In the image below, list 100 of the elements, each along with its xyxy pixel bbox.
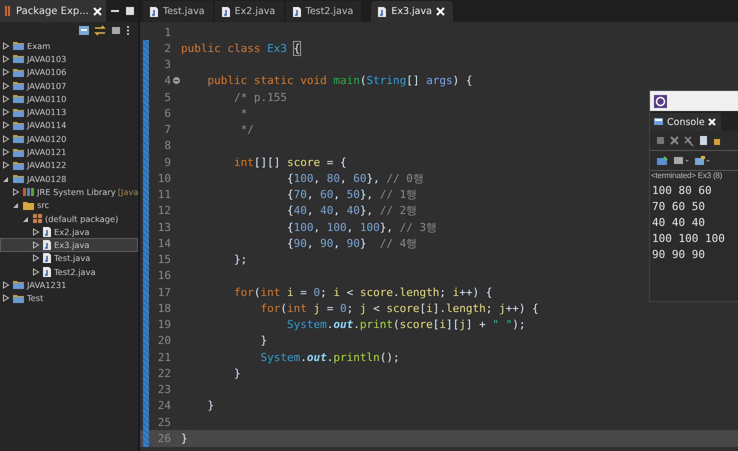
close-icon[interactable] — [708, 118, 716, 126]
remove-icon[interactable] — [670, 136, 679, 145]
line-number: 8 — [163, 139, 171, 152]
console-tab[interactable]: Console — [650, 113, 721, 131]
folder-icon — [12, 40, 25, 52]
line-number: 14 — [156, 236, 171, 250]
tree-item[interactable]: JAVA0106 — [0, 66, 138, 79]
editor-tab[interactable]: Ex3.java — [371, 1, 453, 22]
console-output-line: 100 100 100 — [651, 231, 726, 247]
fold-icon[interactable] — [172, 77, 180, 84]
code-line: {90, 90, 90} // 4행 — [286, 236, 418, 251]
app-icon[interactable] — [654, 94, 667, 108]
code-line: int[][] score = { — [232, 156, 347, 169]
line-number: 6 — [163, 106, 171, 120]
tree-item[interactable]: JAVA0122 — [0, 158, 138, 172]
tree-item[interactable]: Ex3.java — [0, 238, 138, 252]
more-icon[interactable] — [126, 24, 130, 36]
display-console-icon[interactable] — [673, 156, 689, 166]
expanded-arrow-icon[interactable] — [2, 174, 10, 183]
line-number: 26 — [156, 432, 171, 445]
line-number: 10 — [156, 172, 171, 185]
link-icon[interactable] — [94, 24, 106, 36]
books-icon — [22, 186, 35, 198]
line-number: 13 — [156, 220, 171, 234]
line-number: 21 — [156, 350, 171, 364]
tree-item[interactable]: Test — [0, 292, 138, 305]
file-icon — [42, 239, 52, 252]
code-line: } — [181, 432, 188, 445]
editor-tab[interactable]: Ex2.java — [214, 1, 284, 22]
line-number: 9 — [163, 156, 171, 169]
tree-item[interactable]: JAVA0114 — [0, 118, 138, 132]
folder-icon — [12, 66, 25, 78]
folder-icon — [12, 93, 25, 104]
tree-item[interactable]: JAVA0120 — [0, 132, 138, 146]
close-icon[interactable] — [436, 7, 445, 16]
view-tab[interactable]: Package Exp... — [0, 0, 106, 22]
code-line: /* p.155 — [232, 90, 287, 104]
tree-item[interactable]: JRE System Library [Java — [0, 185, 138, 199]
folder-icon — [12, 173, 25, 184]
file-icon — [42, 252, 52, 264]
file-icon — [42, 226, 52, 238]
line-number: 4 — [163, 74, 171, 88]
tree-item[interactable]: JAVA0121 — [0, 145, 138, 159]
line-number: 1 — [163, 26, 171, 39]
line-number: 16 — [156, 269, 171, 282]
pin-console-icon[interactable] — [656, 156, 668, 166]
editor-tab[interactable]: Test2.java — [286, 1, 362, 22]
close-icon[interactable] — [92, 6, 102, 16]
tree-item[interactable]: (default package) — [0, 212, 138, 226]
line-number: 15 — [156, 253, 171, 266]
file-icon — [377, 6, 388, 18]
monitor-icon — [653, 117, 664, 127]
line-number: 7 — [163, 123, 171, 136]
tree-item[interactable]: Ex2.java — [0, 225, 138, 238]
code-line: {40, 40, 40}, // 2행 — [286, 203, 418, 218]
code-line: } — [206, 399, 214, 412]
library-decoration: [Java — [118, 186, 138, 197]
file-icon — [220, 6, 231, 18]
collapse-all-icon[interactable] — [78, 24, 90, 36]
collapsed-arrow-icon[interactable] — [12, 188, 20, 196]
folder-icon — [12, 279, 25, 290]
editor-tab[interactable]: Test.java — [143, 1, 213, 22]
code-line: {100, 100, 100}, // 3행 — [286, 220, 438, 235]
line-number: 5 — [163, 90, 171, 104]
tree-item[interactable]: JAVA1231 — [0, 278, 138, 292]
tree-item[interactable]: Exam — [0, 39, 138, 52]
package-icon — [32, 213, 43, 224]
folder-icon — [12, 80, 25, 92]
console-status: <terminated> Ex3 (8) — [650, 171, 724, 182]
new-console-icon[interactable] — [694, 156, 710, 166]
line-number: 17 — [156, 286, 171, 299]
stop-icon[interactable] — [656, 136, 665, 145]
line-number: 24 — [156, 399, 171, 412]
tree-item[interactable]: JAVA0107 — [0, 78, 138, 92]
file-icon — [42, 266, 52, 278]
code-line: {100, 80, 60}, // 0행 — [286, 170, 424, 186]
tree-item[interactable]: JAVA0110 — [0, 92, 138, 106]
tree-item[interactable]: src — [0, 198, 138, 212]
code-line: } — [232, 366, 241, 380]
console-output-line: 100 80 60 — [651, 183, 713, 199]
code-line: {70, 60, 50}, // 1행 — [286, 187, 418, 202]
code-line: * — [240, 106, 248, 120]
folder-icon — [22, 200, 35, 211]
tree-item[interactable]: JAVA0128 — [0, 172, 138, 186]
line-number: 25 — [156, 416, 171, 429]
package-explorer-icon — [4, 5, 12, 17]
line-number: 11 — [156, 188, 171, 202]
tree-item[interactable]: JAVA0113 — [0, 105, 138, 119]
folder-icon — [12, 292, 25, 304]
view-title: Package Exp... — [16, 6, 89, 16]
console-output-line: 90 90 90 — [651, 247, 706, 263]
tree-item[interactable]: JAVA0103 — [0, 52, 138, 66]
tree-item[interactable]: Test2.java — [0, 265, 138, 278]
console-output-line: 70 60 50 — [651, 199, 706, 215]
code-line: public static void main(String[] args) { — [206, 74, 472, 88]
folder-icon — [12, 53, 25, 64]
clear-console-icon[interactable] — [699, 135, 709, 146]
tree-item[interactable]: Test.java — [0, 252, 138, 266]
remove-all-icon[interactable] — [684, 136, 694, 146]
code-line: for(int j = 0; j < score[i].length; j++) { — [259, 302, 539, 315]
